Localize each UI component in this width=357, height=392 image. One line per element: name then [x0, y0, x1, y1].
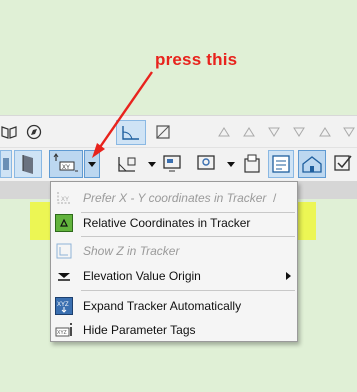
view-settings-icon	[197, 155, 215, 170]
menu-item-label: Relative Coordinates in Tracker	[83, 216, 251, 230]
view-dropdown-button[interactable]	[224, 150, 238, 178]
menu-divider	[81, 290, 295, 291]
show-z-icon	[55, 242, 73, 260]
triangle-button-3[interactable]	[265, 123, 283, 141]
home-view-button[interactable]	[298, 150, 326, 178]
chevron-down-icon	[148, 162, 156, 167]
navigate-button[interactable]	[24, 121, 44, 143]
svg-text:XYZ: XYZ	[57, 302, 69, 308]
menu-item-label: Hide Parameter Tags	[83, 323, 196, 337]
display-button[interactable]	[160, 150, 186, 178]
triangle-down-icon	[293, 127, 305, 137]
triangle-button-1[interactable]	[215, 123, 233, 141]
hide-tags-icon: XYZ	[55, 321, 73, 339]
angle-icon	[122, 125, 139, 140]
triangle-up-icon	[243, 127, 255, 137]
partial-icon	[3, 158, 9, 170]
checkbox-icon	[334, 155, 352, 171]
layout-icon	[244, 154, 260, 173]
angle-dropdown-button[interactable]	[145, 150, 159, 178]
angle-measure-icon	[118, 157, 136, 172]
annotation-text: press this	[155, 50, 238, 69]
menu-item-prefer-xy[interactable]: XY Prefer X - Y coordinates in Tracker /	[51, 186, 297, 210]
tracker-options-button[interactable]: XY	[49, 150, 83, 178]
compass-icon	[26, 124, 42, 140]
snap-button[interactable]	[152, 121, 174, 143]
triangle-down-icon	[268, 127, 280, 137]
expand-tracker-icon: XYZ	[55, 297, 73, 315]
toolbar-divider	[0, 147, 357, 148]
menu-item-label: Expand Tracker Automatically	[83, 299, 242, 313]
menu-shortcut: /	[273, 191, 277, 205]
menu-item-label: Show Z in Tracker	[83, 244, 180, 258]
check-button[interactable]	[330, 150, 356, 178]
tracker-dropdown-button[interactable]	[84, 150, 100, 178]
svg-text:XYZ: XYZ	[57, 330, 67, 336]
door-tool-button[interactable]	[14, 150, 42, 178]
sheet-icon	[272, 155, 290, 173]
menu-item-show-z[interactable]: Show Z in Tracker	[51, 239, 297, 263]
angle-tool-button[interactable]	[116, 120, 146, 145]
svg-text:XY: XY	[61, 197, 69, 203]
left-tool-button[interactable]	[0, 150, 12, 178]
triangle-up-icon	[218, 127, 230, 137]
view-button[interactable]	[194, 150, 220, 178]
triangle-up-icon	[319, 127, 331, 137]
triangle-button-6[interactable]	[340, 123, 357, 141]
svg-text:XY: XY	[62, 165, 70, 171]
triangle-button-5[interactable]	[316, 123, 334, 141]
book-icon	[1, 126, 17, 139]
submenu-arrow-icon	[286, 272, 291, 280]
tracker-options-menu: XY Prefer X - Y coordinates in Tracker /…	[50, 181, 298, 342]
xy-coordinates-icon: XY	[55, 189, 73, 207]
menu-divider	[81, 236, 295, 237]
monitor-icon	[163, 155, 181, 172]
chevron-down-icon	[227, 162, 235, 167]
elevation-origin-icon	[55, 267, 73, 285]
door-icon	[22, 155, 33, 174]
snap-icon	[156, 125, 170, 139]
angle-measure-button[interactable]	[114, 150, 140, 178]
menu-item-label: Prefer X - Y coordinates in Tracker	[83, 191, 267, 205]
relative-coordinates-icon	[55, 214, 73, 232]
book-icon-button[interactable]	[0, 121, 18, 143]
house-icon	[302, 156, 322, 173]
xy-tracker-icon: XY	[53, 153, 78, 172]
chevron-down-icon	[88, 162, 96, 167]
triangle-button-4[interactable]	[290, 123, 308, 141]
sheet-button[interactable]	[268, 150, 294, 178]
menu-item-label: Elevation Value Origin	[83, 269, 201, 283]
triangle-down-icon	[342, 127, 355, 137]
menu-item-expand-tracker[interactable]: XYZ Expand Tracker Automatically	[51, 294, 297, 318]
menu-item-relative-coordinates[interactable]: Relative Coordinates in Tracker	[51, 211, 297, 235]
menu-item-hide-parameter-tags[interactable]: XYZ Hide Parameter Tags	[51, 318, 297, 342]
menu-item-elevation-origin[interactable]: Elevation Value Origin	[51, 264, 297, 288]
layout-button[interactable]	[240, 150, 266, 178]
triangle-button-2[interactable]	[240, 123, 258, 141]
